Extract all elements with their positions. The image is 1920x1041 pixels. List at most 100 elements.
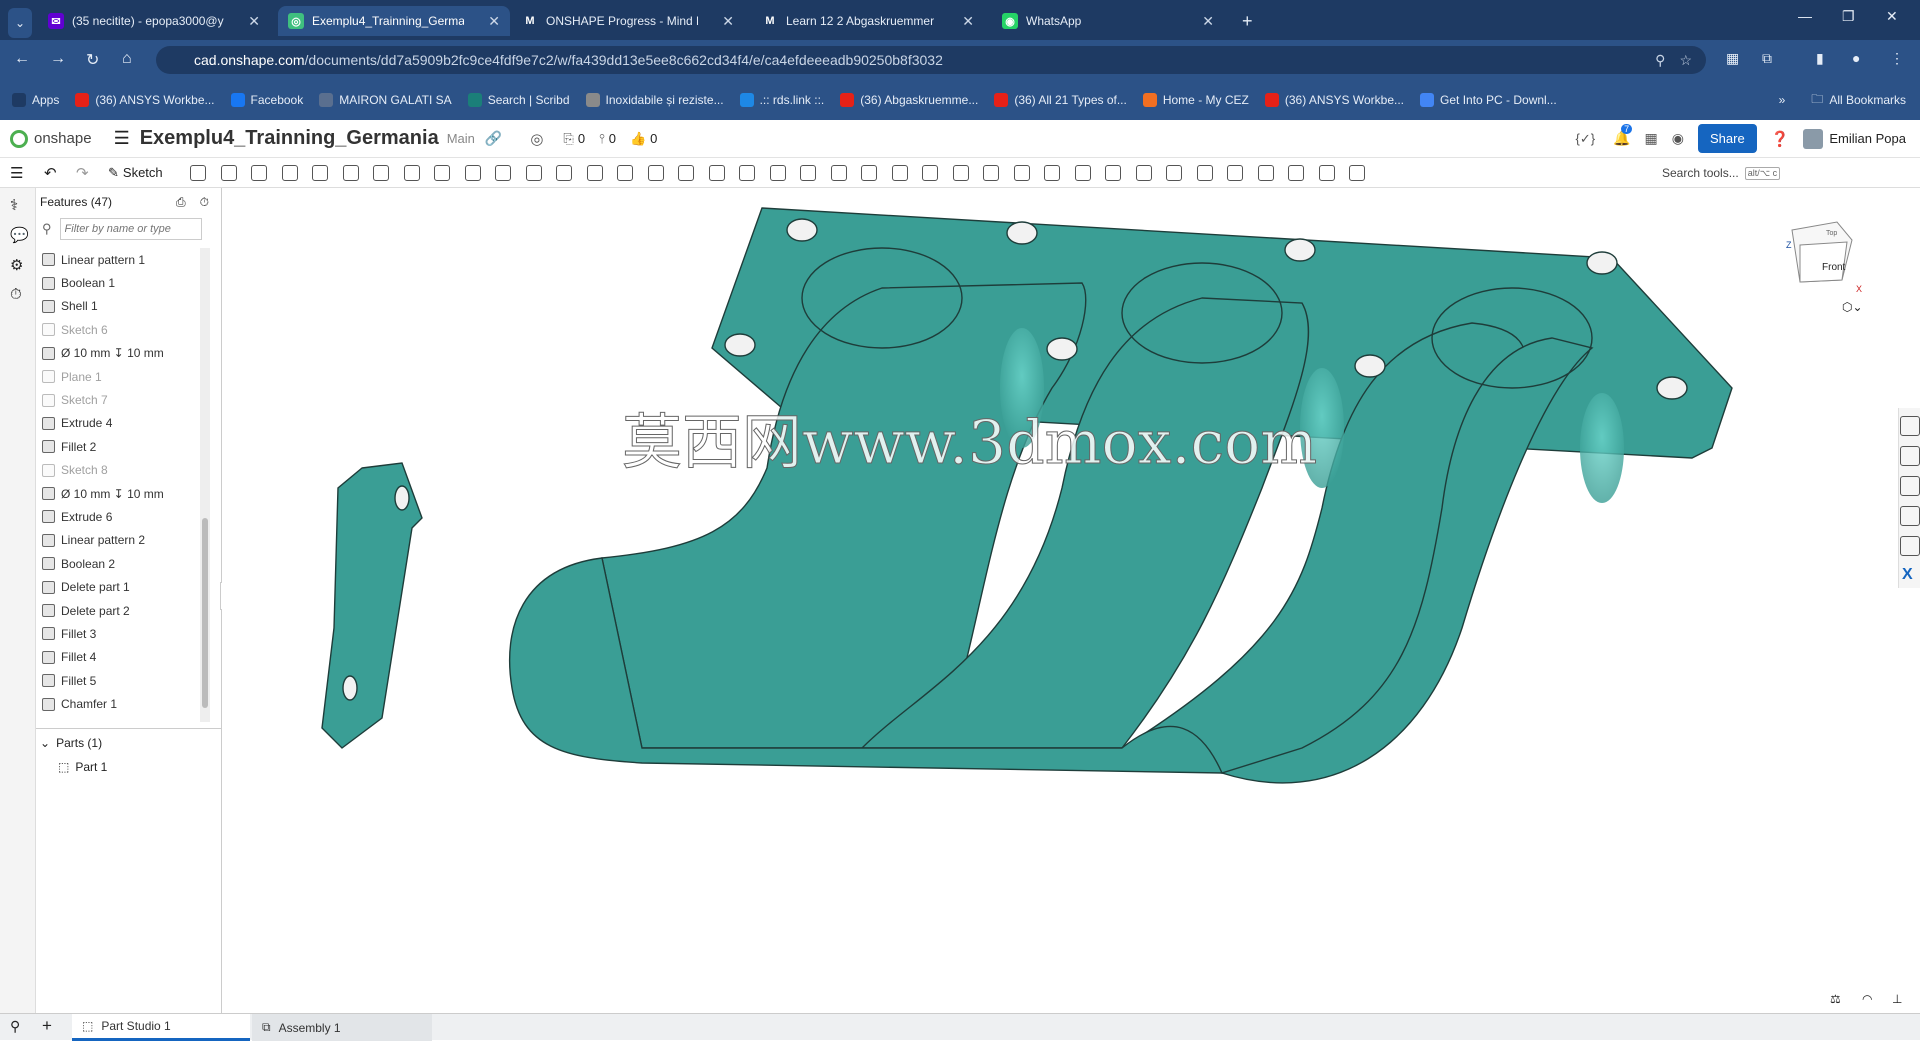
feature-item[interactable]: Sketch 7 xyxy=(36,388,206,411)
hole-tool-icon[interactable] xyxy=(495,165,511,181)
close-window-icon[interactable]: ✕ xyxy=(1886,8,1898,25)
extension-icon[interactable]: ▦ xyxy=(1726,50,1739,67)
user-avatar[interactable] xyxy=(1803,128,1824,149)
view-cube-front[interactable]: Front xyxy=(1822,262,1845,273)
feature-item[interactable]: Linear pattern 2 xyxy=(36,529,206,552)
plane-tool-icon[interactable] xyxy=(861,165,877,181)
browser-tab[interactable]: ◎ Exemplu4_Trainning_Germania ✕ xyxy=(278,6,510,36)
notifications-icon[interactable]: 🔔 7 xyxy=(1613,124,1633,147)
bookmark-item[interactable]: Home - My CEZ xyxy=(1142,93,1249,107)
helix-tool-icon[interactable] xyxy=(891,165,908,181)
bookmark-item[interactable]: Inoxidabile și reziste... xyxy=(585,93,724,107)
feature-list-scrollbar[interactable] xyxy=(200,248,210,722)
insert-tool-icon[interactable] xyxy=(1227,165,1243,181)
scrollbar-thumb[interactable] xyxy=(202,518,208,708)
feature-item[interactable]: Fillet 2 xyxy=(36,435,206,458)
tab-search-dropdown-icon[interactable]: ⌄ xyxy=(8,8,32,38)
pin-icon[interactable]: ⫯ xyxy=(599,131,605,147)
undo-icon[interactable]: ↶ xyxy=(44,164,57,182)
minimize-icon[interactable]: — xyxy=(1798,8,1812,24)
feature-item[interactable]: Sketch 6 xyxy=(36,318,206,341)
url-field[interactable]: cad.onshape.com/documents/dd7a5909b2fc9c… xyxy=(156,46,1706,74)
bookmark-item[interactable]: Get Into PC - Downl... xyxy=(1420,93,1557,107)
bookmark-item[interactable]: (36) Abgaskruemme... xyxy=(840,93,978,107)
like-icon[interactable]: 👍 xyxy=(630,131,646,147)
bookmark-star-icon[interactable]: ☆ xyxy=(1679,52,1692,69)
feature-item[interactable]: Extrude 4 xyxy=(36,412,206,435)
bookmark-item[interactable]: (36) ANSYS Workbe... xyxy=(1264,93,1404,107)
history-icon[interactable]: ⏱ xyxy=(10,286,22,303)
bookmark-item[interactable]: Search | Scribd xyxy=(467,93,570,107)
split-tool-icon[interactable] xyxy=(647,165,664,181)
form-tool-icon[interactable] xyxy=(1074,165,1091,181)
tab-search-icon[interactable]: ⚲ xyxy=(10,1018,20,1035)
share-button[interactable]: Share xyxy=(1698,124,1757,153)
graphics-area[interactable]: 莫西网www.3dmox.com Front Top Z X ⬡⌄ X ⚖ ◠ … xyxy=(222,188,1920,1013)
versions-icon[interactable]: ⎘ xyxy=(563,131,573,147)
sketch-button[interactable]: ✎ Sketch xyxy=(108,165,163,181)
browser-tab[interactable]: ✉ (35 necitite) - epopa3000@yah ✕ xyxy=(38,6,270,36)
sidepanel-icon[interactable]: ▮ xyxy=(1816,50,1824,67)
simulation-tool-icon[interactable] xyxy=(1349,165,1365,181)
revolve-tool-icon[interactable] xyxy=(220,165,237,181)
modify-fillet-tool-icon[interactable] xyxy=(739,165,755,181)
chamfer-tool-icon[interactable] xyxy=(373,165,389,181)
feature-list-toggle-icon[interactable]: ☰ xyxy=(10,164,23,182)
more-bookmarks-icon[interactable]: » xyxy=(1779,93,1786,107)
feature-item[interactable]: Delete part 1 xyxy=(36,575,206,598)
feature-item[interactable]: Ø 10 mm ↧ 10 mm xyxy=(36,482,206,505)
draft-tool-icon[interactable] xyxy=(403,165,420,181)
tab-assembly-1[interactable]: ⧉ Assembly 1 xyxy=(252,1014,432,1041)
view-cube-top[interactable]: Top xyxy=(1826,230,1837,237)
feature-item[interactable]: Shell 1 xyxy=(36,295,206,318)
mate-connector-tool-icon[interactable] xyxy=(952,165,969,181)
feature-item[interactable]: Linear pattern 1 xyxy=(36,248,206,271)
render-mode-icon[interactable]: ◠ xyxy=(1862,992,1872,1006)
reload-icon[interactable]: ↻ xyxy=(86,50,99,70)
measure-icon[interactable] xyxy=(1900,506,1920,526)
link-icon[interactable]: 🔗 xyxy=(485,130,502,147)
mirror-tool-icon[interactable] xyxy=(586,165,603,181)
browser-menu-icon[interactable]: ⋮ xyxy=(1890,50,1904,67)
replace-face-tool-icon[interactable] xyxy=(800,165,816,181)
bookmark-item[interactable]: MAIRON GALATI SA xyxy=(319,93,452,107)
add-tab-icon[interactable]: + xyxy=(42,1016,52,1036)
learning-center-icon[interactable]: ◉ xyxy=(1672,130,1684,147)
insert-feature-icon[interactable]: ⚕ xyxy=(10,196,18,214)
code-icon[interactable]: {✓} xyxy=(1576,131,1596,147)
feature-item[interactable]: Sketch 8 xyxy=(36,459,206,482)
tab-part-studio-1[interactable]: ⬚ Part Studio 1 xyxy=(72,1014,250,1041)
feature-item[interactable]: Boolean 1 xyxy=(36,271,206,294)
globe-icon[interactable]: ◎ xyxy=(530,130,543,148)
redo-icon[interactable]: ↷ xyxy=(76,164,89,182)
user-name[interactable]: Emilian Popa xyxy=(1829,131,1906,146)
sheet-metal-tool-icon[interactable] xyxy=(983,165,999,181)
forward-icon[interactable]: → xyxy=(50,50,66,68)
pattern-tool-icon[interactable] xyxy=(1318,165,1335,181)
new-tab-button[interactable]: + xyxy=(1232,6,1263,36)
browser-tab[interactable]: M Learn 12 2 Abgaskruemmer Ed ✕ xyxy=(752,6,984,36)
delete-part-tool-icon[interactable] xyxy=(708,165,725,181)
bookmark-item[interactable]: .:: rds.link ::. xyxy=(739,93,824,107)
feature-item[interactable]: Ø 10 mm ↧ 10 mm xyxy=(36,342,206,365)
shell-tool-icon[interactable] xyxy=(464,165,481,181)
all-bookmarks-button[interactable]: 🗀 All Bookmarks xyxy=(1811,90,1906,111)
frame-tool-icon[interactable] xyxy=(1105,165,1121,181)
parts-header[interactable]: ⌄ Parts (1) xyxy=(40,732,102,754)
x-tool-icon[interactable]: X xyxy=(1902,566,1913,584)
feature-item[interactable]: Chamfer 1 xyxy=(36,692,206,715)
thicken-tool-icon[interactable] xyxy=(312,165,328,181)
feature-item[interactable]: Fillet 5 xyxy=(36,669,206,692)
part-model[interactable]: 莫西网www.3dmox.com xyxy=(222,188,1920,1013)
configure-tool-icon[interactable] xyxy=(1288,165,1304,181)
view-cube[interactable]: Front Top Z X ⬡⌄ xyxy=(1762,200,1872,314)
part-item[interactable]: ⬚ Part 1 xyxy=(58,756,107,778)
feature-item[interactable]: Boolean 2 xyxy=(36,552,206,575)
tab-close-icon[interactable]: ✕ xyxy=(1202,13,1214,30)
offset-surface-tool-icon[interactable] xyxy=(830,165,847,181)
zoom-icon[interactable]: ⚲ xyxy=(1655,52,1665,69)
move-face-tool-icon[interactable] xyxy=(769,165,786,181)
tab-tool-icon[interactable] xyxy=(1044,165,1060,181)
restore-icon[interactable]: ❐ xyxy=(1842,8,1855,25)
variables-icon[interactable] xyxy=(1900,536,1920,556)
